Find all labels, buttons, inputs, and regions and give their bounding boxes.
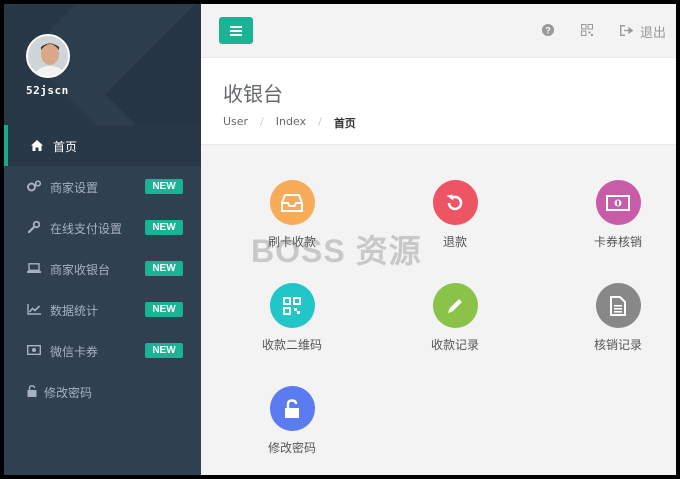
profile-panel: 52jscn xyxy=(4,4,201,125)
sidebar-item-label: 微信卡券 xyxy=(50,345,99,359)
sidebar-item-wechat-coupons[interactable]: 微信卡券 NEW xyxy=(4,330,201,371)
qrcode-icon[interactable] xyxy=(580,23,594,37)
tile-refund[interactable]: 退款 xyxy=(395,180,515,250)
new-badge: NEW xyxy=(145,261,183,276)
dashboard-tiles: 刷卡收款 退款 卡券核销 收款二维码 收款记录 核销记录 修改密码 xyxy=(201,145,676,475)
sidebar-item-merchant-settings[interactable]: 商家设置 NEW xyxy=(4,166,201,207)
logout-link[interactable]: 退出 xyxy=(640,22,666,41)
pencil-icon xyxy=(432,283,478,328)
tile-label: 刷卡收款 xyxy=(267,235,316,249)
app-window: 52jscn 首页 商家设置 NEW 在线支付设置 NEW 商家收银台 NEW … xyxy=(4,4,676,475)
sidebar-item-label: 首页 xyxy=(53,140,78,154)
undo-icon xyxy=(432,180,478,225)
username: 52jscn xyxy=(26,84,69,97)
file-icon xyxy=(595,283,641,328)
new-badge: NEW xyxy=(145,343,183,358)
sidebar-item-change-password[interactable]: 修改密码 xyxy=(4,371,201,412)
home-icon xyxy=(30,138,44,152)
tile-label: 收款二维码 xyxy=(261,338,322,352)
line-chart-icon xyxy=(27,302,41,316)
breadcrumb-item[interactable]: User xyxy=(223,115,248,131)
tile-label: 卡券核销 xyxy=(593,235,642,249)
svg-text:?: ? xyxy=(545,26,551,36)
unlock-icon xyxy=(27,384,37,398)
avatar[interactable] xyxy=(26,34,70,78)
tile-label: 修改密码 xyxy=(267,441,316,455)
wrench-icon xyxy=(27,220,41,234)
qrcode-icon xyxy=(269,283,315,328)
top-navbar: ? 退出 xyxy=(201,4,676,58)
tile-payment-records[interactable]: 收款记录 xyxy=(395,283,515,353)
breadcrumb-separator: / xyxy=(260,115,264,128)
new-badge: NEW xyxy=(145,302,183,317)
sidebar-item-label: 数据统计 xyxy=(50,304,99,318)
tile-redeem-records[interactable]: 核销记录 xyxy=(558,283,676,353)
help-icon[interactable]: ? xyxy=(541,23,555,37)
sidebar: 52jscn 首页 商家设置 NEW 在线支付设置 NEW 商家收银台 NEW … xyxy=(4,4,201,475)
tile-payment-qrcode[interactable]: 收款二维码 xyxy=(232,283,352,353)
page-title: 收银台 xyxy=(223,82,283,106)
breadcrumb-current: 首页 xyxy=(333,117,356,130)
new-badge: NEW xyxy=(145,179,183,194)
tile-card-payment[interactable]: 刷卡收款 xyxy=(232,180,352,250)
sidebar-item-cashier[interactable]: 商家收银台 NEW xyxy=(4,248,201,289)
tile-label: 核销记录 xyxy=(593,338,642,352)
sidebar-item-home[interactable]: 首页 xyxy=(4,125,201,166)
breadcrumb-separator: / xyxy=(318,115,322,128)
breadcrumb: User / Index / 首页 xyxy=(223,115,356,131)
cogs-icon xyxy=(27,179,41,193)
tile-label: 退款 xyxy=(442,235,467,249)
sidebar-item-label: 商家设置 xyxy=(50,181,99,195)
unlock-icon xyxy=(269,386,315,431)
sidebar-item-label: 修改密码 xyxy=(44,386,93,400)
laptop-icon xyxy=(27,261,41,275)
sidebar-nav: 首页 商家设置 NEW 在线支付设置 NEW 商家收银台 NEW 数据统计 NE… xyxy=(4,125,201,412)
inbox-icon xyxy=(269,180,315,225)
bars-icon xyxy=(230,25,242,36)
new-badge: NEW xyxy=(145,220,183,235)
money-icon xyxy=(27,343,41,357)
sidebar-item-label: 商家收银台 xyxy=(50,263,111,277)
tile-label: 收款记录 xyxy=(430,338,479,352)
sidebar-item-online-payment[interactable]: 在线支付设置 NEW xyxy=(4,207,201,248)
menu-toggle-button[interactable] xyxy=(219,17,253,44)
main-area: ? 退出 收银台 User / Index / 首页 刷卡收款 退款 卡券核销 … xyxy=(201,4,676,475)
sign-out-icon[interactable] xyxy=(619,23,633,37)
sidebar-item-statistics[interactable]: 数据统计 NEW xyxy=(4,289,201,330)
sidebar-item-label: 在线支付设置 xyxy=(50,222,123,236)
page-heading: 收银台 User / Index / 首页 xyxy=(201,58,676,145)
breadcrumb-item[interactable]: Index xyxy=(276,115,306,131)
money-icon xyxy=(595,180,641,225)
tile-coupon-redeem[interactable]: 卡券核销 xyxy=(558,180,676,250)
tile-change-password[interactable]: 修改密码 xyxy=(232,386,352,456)
